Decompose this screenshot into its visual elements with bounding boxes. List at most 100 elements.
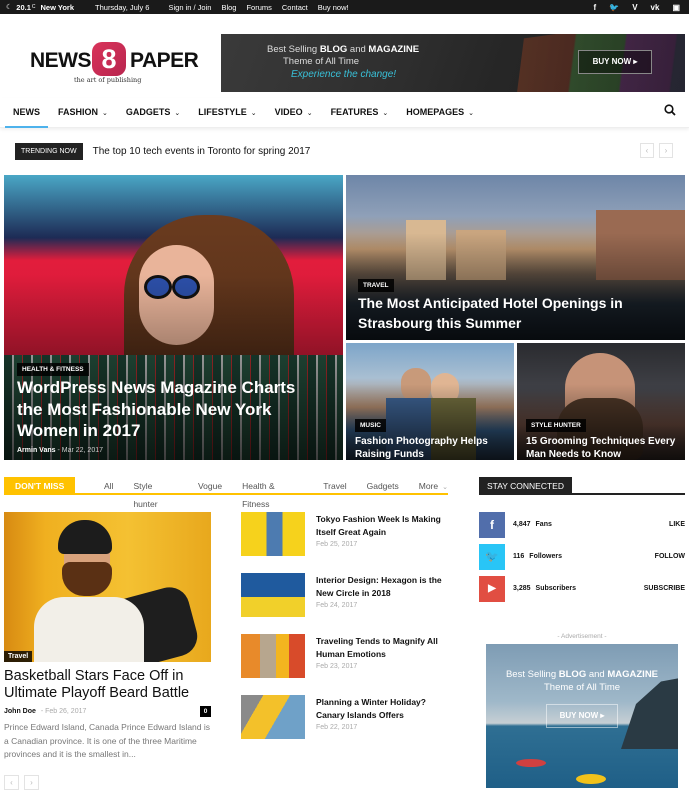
nav-news[interactable]: NEWS [5,98,48,128]
main-article-excerpt: Prince Edward Island, Canada Prince Edwa… [4,722,210,759]
nav-fashion[interactable]: FASHION ⌄ [58,98,108,126]
youtube-play-icon[interactable]: ▶ [479,576,505,602]
vk-icon[interactable]: vk [651,3,660,12]
comment-count[interactable]: 0 [200,706,211,717]
trending-headline[interactable]: The top 10 tech events in Toronto for sp… [93,146,311,157]
list-item-title[interactable]: Planning a Winter Holiday? Canary Island… [316,696,456,722]
thumbnail[interactable] [241,695,305,739]
top-bar: ☾ 20.1 C New York Thursday, July 6 Sign … [0,0,689,14]
contact-link[interactable]: Contact [282,3,308,12]
buy-now-link[interactable]: Buy now! [318,3,349,12]
list-item-title[interactable]: Traveling Tends to Magnify All Human Emo… [316,635,456,661]
main-article-title[interactable]: Basketball Stars Face Off in Ultimate Pl… [4,668,214,702]
like-button[interactable]: LIKE [669,512,685,538]
list-item[interactable]: Planning a Winter Holiday? Canary Island… [241,695,451,741]
chevron-down-icon: ⌄ [442,484,448,491]
sidebar-advertisement[interactable]: Best Selling BLOG and MAGAZINE Theme of … [486,644,678,788]
list-item-title[interactable]: Interior Design: Hexagon is the New Circ… [316,574,456,600]
featured-secondary[interactable]: TRAVEL The Most Anticipated Hotel Openin… [346,175,685,340]
featured-quaternary[interactable]: STYLE HUNTER 15 Grooming Techniques Ever… [517,343,685,460]
tab-gadgets[interactable]: Gadgets [367,477,399,513]
trending-label: TRENDING NOW [15,142,83,160]
nav-features[interactable]: FEATURES ⌄ [331,98,389,126]
follow-button[interactable]: FOLLOW [655,544,685,570]
facebook-icon[interactable]: f [479,512,505,538]
image-beard [62,562,112,596]
featured-title[interactable]: The Most Anticipated Hotel Openings in S… [358,293,658,333]
social-count: 3,285 Subscribers [513,585,576,592]
category-badge[interactable]: HEALTH & FITNESS [17,363,89,376]
city: New York [40,2,75,12]
search-icon[interactable] [664,104,676,119]
ad-buy-now-button[interactable]: BUY NOW ▸ [578,50,652,74]
featured-title[interactable]: 15 Grooming Techniques Every Man Needs t… [526,435,684,460]
author[interactable]: John Doe [4,708,36,715]
image-shirt [34,597,144,662]
logo-paper: PAPER [130,49,199,72]
youtube-icon[interactable]: ▣ [672,3,680,12]
subscribe-button[interactable]: SUBSCRIBE [644,576,685,602]
nav-homepages[interactable]: HOMEPAGES ⌄ [406,98,474,126]
list-item-date: Feb 25, 2017 [316,541,358,548]
social-counter-youtube[interactable]: ▶ 3,285 Subscribers SUBSCRIBE [479,576,685,602]
main-article-image[interactable]: Travel [4,512,211,662]
main-article-meta: John Doe - Feb 26, 2017 0 [4,706,211,718]
author[interactable]: Armin Vans [17,447,56,454]
tab-style-hunter[interactable]: Style hunter [133,477,178,513]
trending-nav: ‹ › [640,143,673,158]
blog-link[interactable]: Blog [221,3,236,12]
twitter-icon[interactable]: 🐦 [609,3,619,12]
social-counter-twitter[interactable]: 🐦 116 Followers FOLLOW [479,544,685,570]
stay-connected-label: STAY CONNECTED [479,477,572,495]
featured-tertiary[interactable]: MUSIC Fashion Photography Helps Raising … [346,343,514,460]
image-kayak [576,774,606,784]
list-item[interactable]: Interior Design: Hexagon is the New Circ… [241,573,451,619]
ad-buy-now-button[interactable]: BUY NOW ▸ [546,704,618,728]
chevron-down-icon: ⌄ [250,110,257,117]
chevron-down-icon: ⌄ [382,110,389,117]
trending-prev-button[interactable]: ‹ [640,143,654,158]
ad-subheadline: Theme of All Time [543,682,621,693]
list-item[interactable]: Traveling Tends to Magnify All Human Emo… [241,634,451,680]
category-badge[interactable]: TRAVEL [358,279,394,292]
vimeo-icon[interactable]: V [632,3,637,12]
tab-health-fitness[interactable]: Health & Fitness [242,477,303,513]
social-count: 116 Followers [513,553,562,560]
ad-tagline: Experience the change! [291,69,397,80]
category-badge[interactable]: STYLE HUNTER [526,419,586,432]
header-advertisement[interactable]: Best Selling BLOG and MAGAZINE Theme of … [221,34,685,92]
dont-miss-tabs: All Style hunter Vogue Health & Fitness … [104,477,448,513]
sign-in-link[interactable]: Sign in / Join [168,3,211,12]
thumbnail[interactable] [241,573,305,617]
trending-next-button[interactable]: › [659,143,673,158]
tab-more[interactable]: More ⌄ [419,477,448,513]
social-count: 4,847 Fans [513,521,552,528]
logo-news: NEWS [30,49,92,72]
nav-video[interactable]: VIDEO ⌄ [275,98,313,126]
tab-vogue[interactable]: Vogue [198,477,222,513]
tab-all[interactable]: All [104,477,113,513]
thumbnail[interactable] [241,634,305,678]
site-logo[interactable]: NEWS 8 PAPER the art of publishing [30,42,200,86]
nav-lifestyle[interactable]: LIFESTYLE ⌄ [198,98,256,126]
category-badge[interactable]: MUSIC [355,419,386,432]
twitter-icon[interactable]: 🐦 [479,544,505,570]
featured-title[interactable]: Fashion Photography Helps Raising Funds [355,435,505,460]
list-item[interactable]: Tokyo Fashion Week Is Making Itself Grea… [241,512,451,558]
logo-badge: 8 [92,42,126,76]
category-badge[interactable]: Travel [4,651,33,662]
image-kayak [516,759,546,767]
chevron-down-icon: ⌄ [174,110,181,117]
chevron-down-icon: ⌄ [306,110,313,117]
nav-gadgets[interactable]: GADGETS ⌄ [126,98,180,126]
list-item-title[interactable]: Tokyo Fashion Week Is Making Itself Grea… [316,513,456,539]
featured-title[interactable]: WordPress News Magazine Charts the Most … [17,377,317,442]
thumbnail[interactable] [241,512,305,556]
facebook-icon[interactable]: f [594,3,597,12]
forums-link[interactable]: Forums [246,3,271,12]
featured-meta: Armin Vans - Mar 22, 2017 [17,447,103,454]
featured-main[interactable]: HEALTH & FITNESS WordPress News Magazine… [4,175,343,460]
tab-travel[interactable]: Travel [323,477,346,513]
social-counter-facebook[interactable]: f 4,847 Fans LIKE [479,512,685,538]
list-item-date: Feb 24, 2017 [316,602,358,609]
